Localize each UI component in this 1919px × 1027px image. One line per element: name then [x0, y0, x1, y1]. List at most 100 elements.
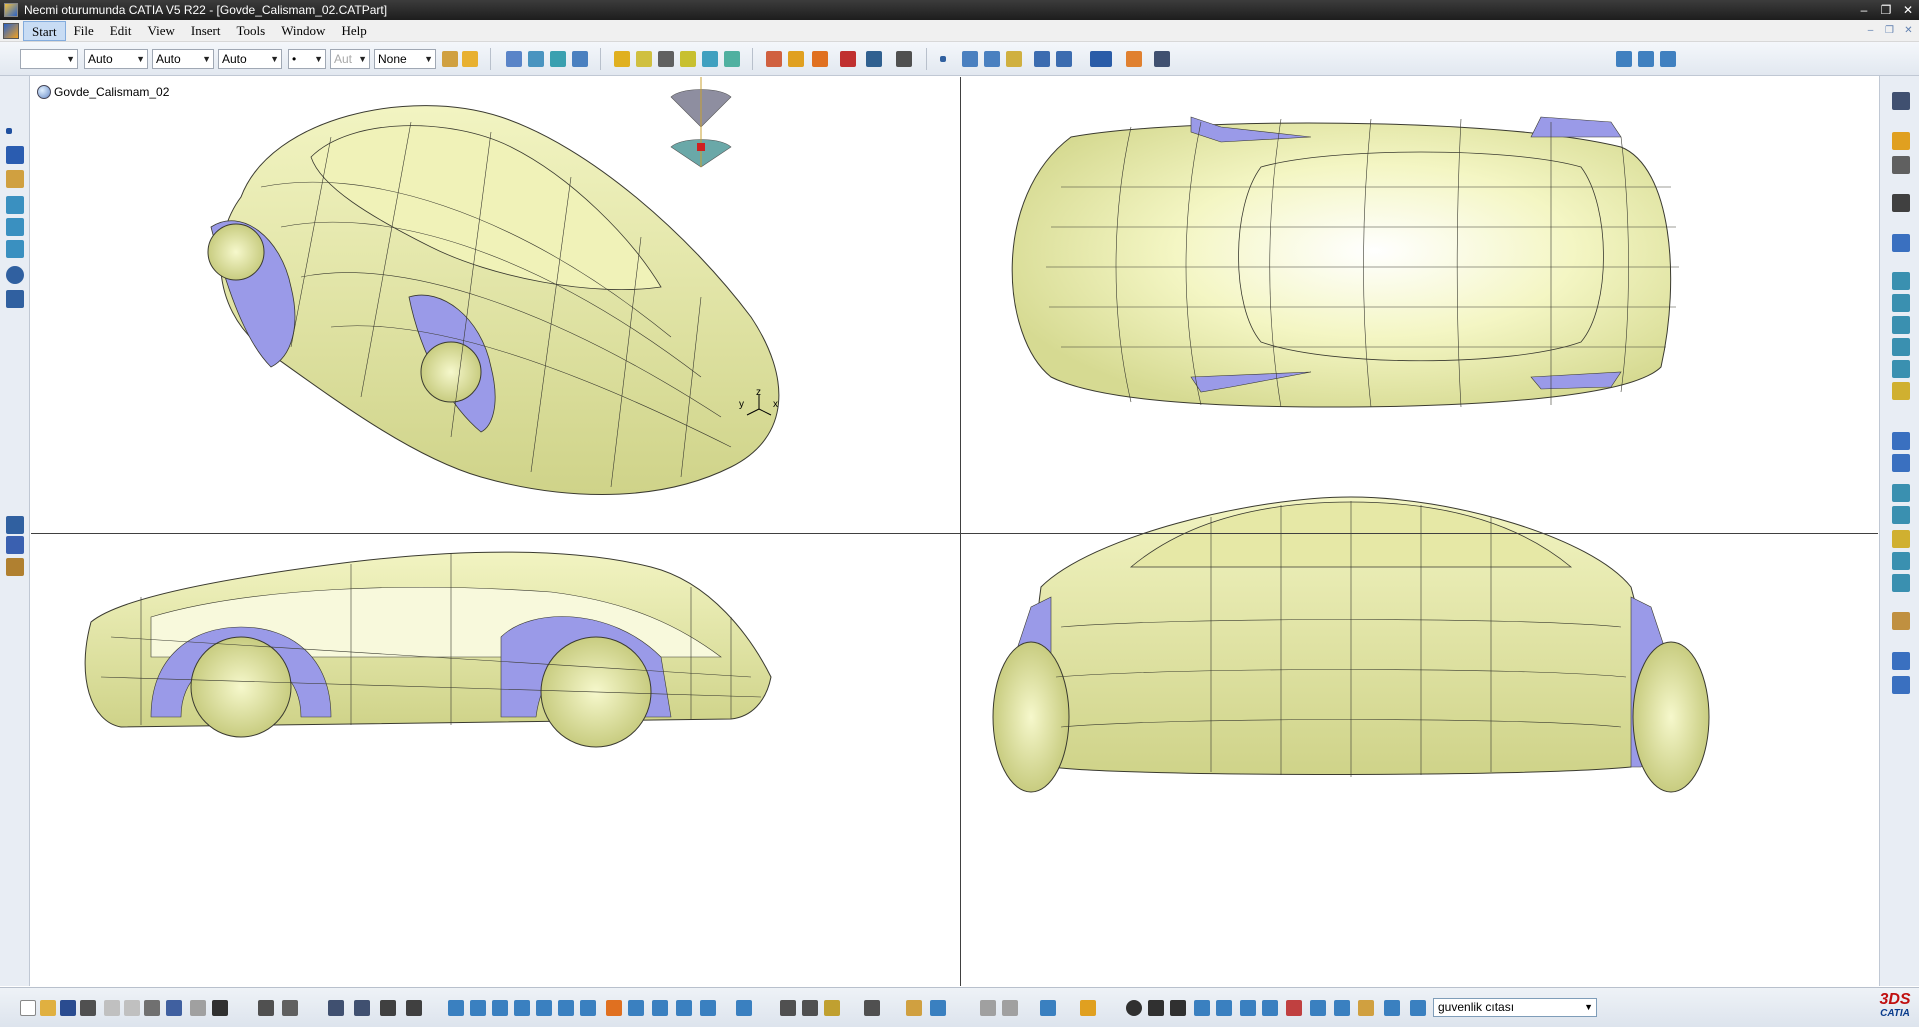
normal-view-icon[interactable]: [580, 1000, 596, 1016]
menu-start[interactable]: Start: [23, 20, 66, 41]
open-file-icon[interactable]: [40, 1000, 56, 1016]
side-view[interactable]: [84, 551, 772, 748]
title-bar[interactable]: Necmi oturumunda CATIA V5 R22 - [Govde_C…: [0, 0, 1919, 20]
zoom-in-icon[interactable]: [536, 1000, 552, 1016]
chamfer-icon[interactable]: [1892, 506, 1910, 524]
point-small-icon[interactable]: [940, 56, 946, 62]
axis-system-icon[interactable]: [1892, 234, 1910, 252]
table-icon[interactable]: [328, 1000, 344, 1016]
grid-snap-icon[interactable]: [1194, 1000, 1210, 1016]
sweep-surface-icon[interactable]: [6, 240, 24, 258]
point-icon[interactable]: [506, 51, 522, 67]
solid-icon[interactable]: [1892, 652, 1910, 670]
symmetry-icon[interactable]: [1892, 454, 1910, 472]
menu-tools[interactable]: Tools: [228, 21, 273, 41]
knowledge-icon[interactable]: [1154, 51, 1170, 67]
menu-help[interactable]: Help: [333, 21, 374, 41]
sphere-icon[interactable]: [658, 51, 674, 67]
extrude-surface-icon[interactable]: [6, 196, 24, 214]
analysis-icon[interactable]: [930, 1000, 946, 1016]
pattern-icon[interactable]: [1892, 432, 1910, 450]
viewport-divider-horizontal[interactable]: [31, 533, 1878, 534]
translate-icon[interactable]: [1034, 51, 1050, 67]
rotate-icon[interactable]: [1056, 51, 1072, 67]
grid-icon[interactable]: [6, 536, 24, 554]
connect-curve-icon[interactable]: [1006, 51, 1022, 67]
sweep-icon[interactable]: [1892, 272, 1910, 290]
axis-icon[interactable]: [6, 516, 24, 534]
spline-icon[interactable]: [6, 290, 24, 308]
rule-icon[interactable]: [354, 1000, 370, 1016]
menu-edit[interactable]: Edit: [102, 21, 140, 41]
rear-view[interactable]: [992, 496, 1710, 793]
highlight-icon[interactable]: [1358, 1000, 1374, 1016]
compass-reset-icon[interactable]: [1126, 1000, 1142, 1016]
law-icon[interactable]: [1892, 612, 1910, 630]
rotate-view-icon[interactable]: [514, 1000, 530, 1016]
analysis-icon[interactable]: [1090, 51, 1112, 67]
select-icon[interactable]: [1892, 132, 1910, 150]
point-symbol-combo[interactable]: • ▼: [288, 49, 326, 69]
law-icon[interactable]: [1126, 51, 1142, 67]
line-icon[interactable]: [6, 146, 24, 164]
repeat-icon[interactable]: [1080, 1000, 1096, 1016]
hide-show-icon[interactable]: [676, 1000, 692, 1016]
3d-grid-icon[interactable]: [1240, 1000, 1256, 1016]
constraint-icon[interactable]: [1286, 1000, 1302, 1016]
redo-icon[interactable]: [190, 1000, 206, 1016]
curvature-icon[interactable]: [1334, 1000, 1350, 1016]
plane-icon[interactable]: [6, 170, 24, 188]
paste-icon[interactable]: [144, 1000, 160, 1016]
selection-set-combo[interactable]: guvenlik cıtası ▼: [1433, 998, 1597, 1017]
fill-icon[interactable]: [1892, 316, 1910, 334]
top-view[interactable]: [1011, 116, 1679, 408]
menu-file[interactable]: File: [66, 21, 102, 41]
painter-icon[interactable]: [442, 51, 458, 67]
multi-view-icon[interactable]: [606, 1000, 622, 1016]
line-type-combo[interactable]: Auto ▼: [84, 49, 148, 69]
print-icon[interactable]: [80, 1000, 96, 1016]
specification-tree-root[interactable]: Govde_Calismam_02: [37, 85, 169, 99]
sketcher-icon[interactable]: [906, 1000, 922, 1016]
update-icon[interactable]: [736, 1000, 752, 1016]
3d-viewport[interactable]: z y x Govde_Calismam_02: [31, 77, 1878, 986]
view-front-icon[interactable]: [1616, 51, 1632, 67]
swap-visible-icon[interactable]: [700, 1000, 716, 1016]
fit-all-icon[interactable]: [470, 1000, 486, 1016]
tools-icon[interactable]: [864, 1000, 880, 1016]
join-icon[interactable]: [1892, 382, 1910, 400]
spline-icon[interactable]: [984, 51, 1000, 67]
join-icon[interactable]: [766, 51, 782, 67]
view-top-icon[interactable]: [1660, 51, 1676, 67]
parameters-icon[interactable]: [406, 1000, 422, 1016]
pan-icon[interactable]: [492, 1000, 508, 1016]
compass-icon[interactable]: [670, 77, 732, 168]
projection-icon[interactable]: [572, 51, 588, 67]
circle-icon[interactable]: [6, 266, 24, 284]
viewport-divider-vertical[interactable]: [960, 77, 961, 986]
fill-icon[interactable]: [702, 51, 718, 67]
menu-insert[interactable]: Insert: [183, 21, 229, 41]
hand-icon[interactable]: [1148, 1000, 1164, 1016]
start-icon[interactable]: [3, 22, 19, 39]
menu-window[interactable]: Window: [273, 21, 333, 41]
offset-icon[interactable]: [6, 218, 24, 236]
doc-minimize-button[interactable]: –: [1862, 23, 1879, 38]
extrapolate-icon[interactable]: [1892, 530, 1910, 548]
view-iso-icon[interactable]: [1638, 51, 1654, 67]
split-icon[interactable]: [1892, 552, 1910, 570]
measure-icon[interactable]: [1892, 156, 1910, 174]
grid-icon[interactable]: [980, 1000, 996, 1016]
shading-icon[interactable]: [652, 1000, 668, 1016]
extract-icon[interactable]: [866, 51, 882, 67]
analysis-tools-icon[interactable]: [1040, 1000, 1056, 1016]
rendering-style-combo[interactable]: None ▼: [374, 49, 436, 69]
measure-item-icon[interactable]: [802, 1000, 818, 1016]
close-button[interactable]: ✕: [1897, 0, 1919, 20]
catalog-icon[interactable]: [380, 1000, 396, 1016]
workbench-icon[interactable]: [1892, 92, 1910, 110]
extrude-icon[interactable]: [614, 51, 630, 67]
maximize-button[interactable]: ❐: [1875, 0, 1897, 20]
layer-combo[interactable]: Auto ▼: [218, 49, 282, 69]
stack-icon[interactable]: [1384, 1000, 1400, 1016]
